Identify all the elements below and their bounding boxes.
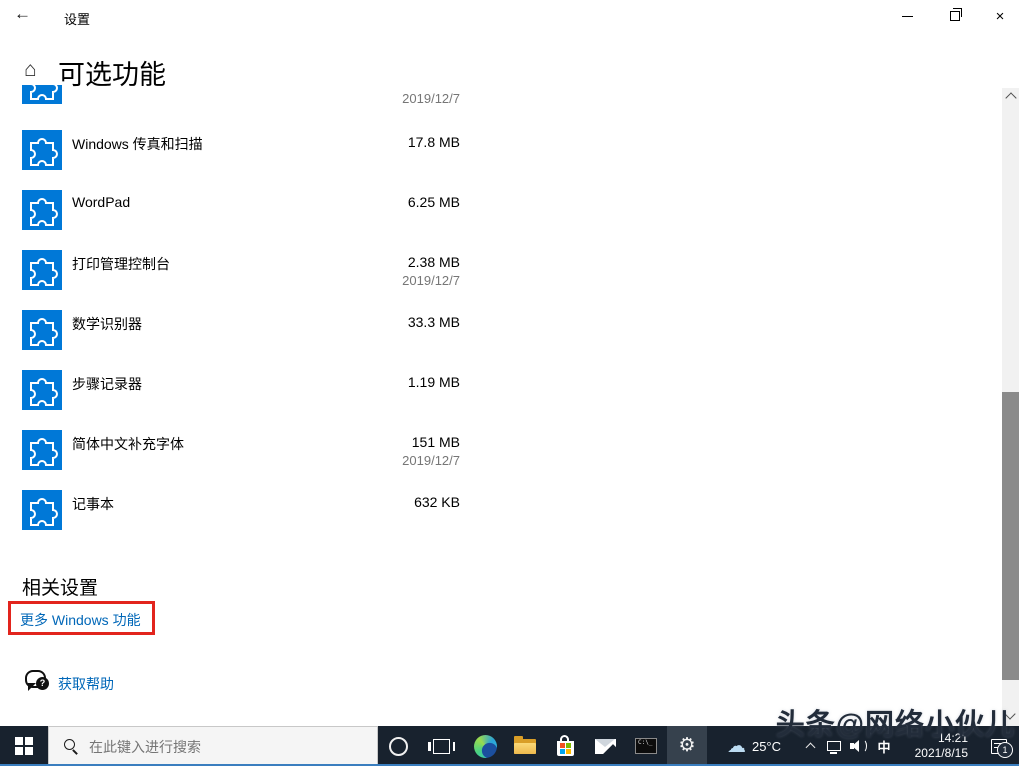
- back-arrow-icon[interactable]: ←: [14, 4, 31, 24]
- cortana-icon: [389, 737, 408, 756]
- more-windows-features-link[interactable]: 更多 Windows 功能: [20, 610, 141, 630]
- mail-button[interactable]: [585, 726, 625, 766]
- search-input[interactable]: [87, 727, 371, 767]
- store-bag-icon: [557, 741, 574, 756]
- feature-name: 记事本: [72, 494, 114, 514]
- task-view-icon: [433, 739, 450, 754]
- gear-icon: ⚙: [678, 734, 695, 756]
- puzzle-icon: [22, 370, 62, 410]
- minimize-button[interactable]: [885, 0, 929, 32]
- feature-size: 632 KB: [414, 494, 460, 510]
- scroll-up-icon[interactable]: [1005, 92, 1016, 103]
- restore-button[interactable]: [933, 0, 977, 32]
- restore-icon: [950, 11, 960, 21]
- scrollbar[interactable]: [1002, 88, 1019, 726]
- related-settings-heading: 相关设置: [22, 573, 98, 600]
- terminal-button[interactable]: C:\_: [625, 726, 667, 766]
- help-bubble-icon: ?: [25, 670, 46, 688]
- cloud-icon: ☁: [727, 735, 746, 757]
- notification-badge: 1: [997, 742, 1013, 758]
- get-help[interactable]: ? 获取帮助: [25, 670, 46, 693]
- task-view-button[interactable]: [420, 726, 463, 766]
- edge-icon: [474, 735, 497, 758]
- chevron-up-icon: [805, 743, 815, 753]
- puzzle-icon: [22, 490, 62, 530]
- feature-name: WordPad: [72, 194, 130, 210]
- windows-logo-icon: [15, 737, 33, 755]
- watermark-text: 头条@网络小伙儿: [776, 701, 1015, 743]
- settings-button-active[interactable]: ⚙: [667, 726, 707, 766]
- terminal-icon: C:\_: [635, 738, 657, 754]
- feature-size: 151 MB: [412, 434, 460, 450]
- puzzle-icon: [22, 130, 62, 170]
- feature-row[interactable]: Windows 传真和扫描 17.8 MB: [22, 130, 460, 174]
- puzzle-icon: [22, 250, 62, 290]
- home-icon: ⌂: [24, 58, 37, 82]
- puzzle-icon: [22, 190, 62, 230]
- close-button[interactable]: ×: [978, 0, 1019, 32]
- feature-name: 简体中文补充字体: [72, 434, 184, 454]
- feature-name: 数学识别器: [72, 314, 142, 334]
- window-title: 设置: [64, 9, 90, 28]
- feature-name: 步骤记录器: [72, 374, 142, 394]
- question-mark-icon: ?: [36, 677, 49, 690]
- search-icon: [64, 739, 75, 750]
- feature-size: 1.19 MB: [408, 374, 460, 390]
- feature-row[interactable]: 数学识别器 33.3 MB: [22, 310, 460, 354]
- page-title: 可选功能: [58, 53, 166, 92]
- scrollbar-thumb[interactable]: [1002, 392, 1019, 680]
- feature-name: Windows 传真和扫描: [72, 134, 203, 154]
- feature-row[interactable]: 记事本 632 KB: [22, 490, 460, 534]
- title-bar: ← 设置 ×: [0, 0, 1019, 32]
- feature-row[interactable]: 打印管理控制台 2.38 MB 2019/12/7: [22, 250, 460, 294]
- edge-button[interactable]: [463, 726, 507, 766]
- feature-name: 打印管理控制台: [72, 254, 170, 274]
- file-explorer-button[interactable]: [505, 726, 545, 766]
- mail-envelope-icon: [595, 739, 616, 754]
- puzzle-icon: [22, 430, 62, 470]
- cortana-button[interactable]: [376, 726, 420, 766]
- feature-row[interactable]: 简体中文补充字体 151 MB 2019/12/7: [22, 430, 460, 474]
- close-icon: ×: [996, 9, 1005, 24]
- feature-row[interactable]: 步骤记录器 1.19 MB: [22, 370, 460, 414]
- feature-size: 2.38 MB: [408, 254, 460, 270]
- feature-size: 33.3 MB: [408, 314, 460, 330]
- start-button[interactable]: [0, 726, 48, 766]
- feature-date: 2019/12/7: [22, 91, 460, 106]
- clock-date: 2021/8/15: [915, 746, 968, 761]
- store-button[interactable]: [545, 726, 585, 766]
- feature-date: 2019/12/7: [402, 273, 460, 288]
- taskbar-search[interactable]: [48, 726, 378, 766]
- feature-row[interactable]: WordPad 6.25 MB: [22, 190, 460, 234]
- feature-size: 6.25 MB: [408, 194, 460, 210]
- folder-icon: [514, 738, 536, 754]
- get-help-link[interactable]: 获取帮助: [58, 674, 114, 694]
- minimize-icon: [902, 16, 913, 17]
- puzzle-icon: [22, 310, 62, 350]
- feature-date: 2019/12/7: [402, 453, 460, 468]
- feature-size: 17.8 MB: [408, 134, 460, 150]
